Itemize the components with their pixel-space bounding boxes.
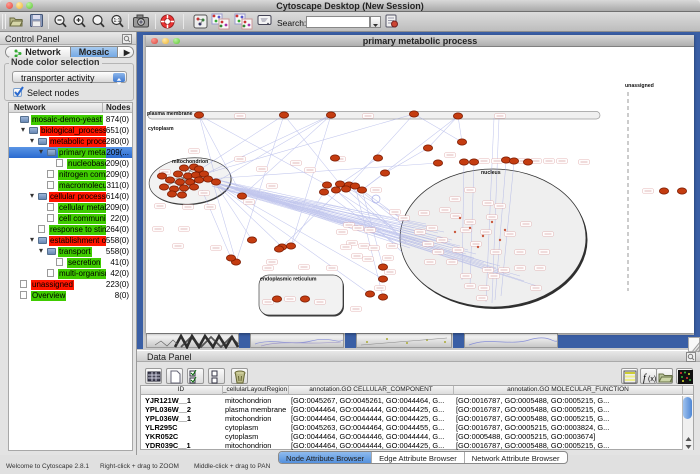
svg-text:(x): (x) <box>648 376 656 383</box>
svg-text:plasma membrane: plasma membrane <box>147 111 193 117</box>
svg-text:endoplasmic reticulum: endoplasmic reticulum <box>260 277 317 283</box>
svg-text:f: f <box>643 373 647 384</box>
svg-text:cytoplasm: cytoplasm <box>148 126 174 132</box>
svg-text:nucleus: nucleus <box>481 170 501 176</box>
svg-text:1:1: 1:1 <box>114 18 121 24</box>
svg-text:mitochondrion: mitochondrion <box>172 159 208 165</box>
svg-text:unassigned: unassigned <box>625 83 654 89</box>
